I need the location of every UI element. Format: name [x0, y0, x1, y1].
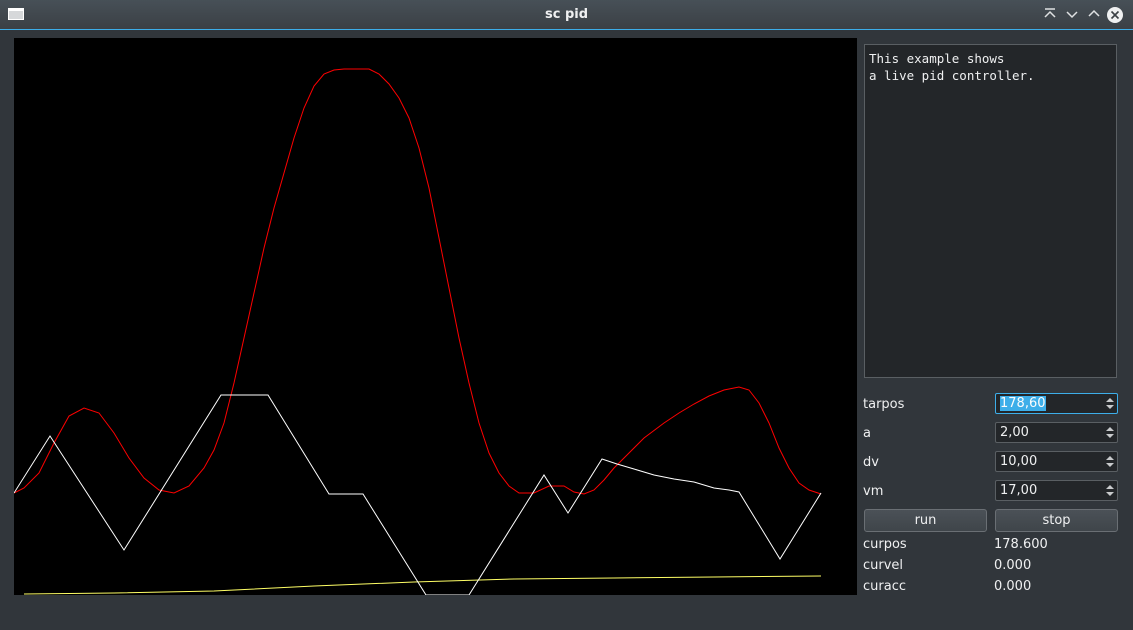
- curacc-label: curacc: [863, 579, 906, 594]
- velocity-trace: [14, 394, 822, 595]
- vm-spinbox[interactable]: 17,00: [995, 480, 1118, 501]
- status-row-curpos: curpos 178.600: [863, 537, 1048, 552]
- spin-arrows-icon[interactable]: [1105, 483, 1115, 498]
- tarpos-label: tarpos: [863, 397, 905, 412]
- a-value[interactable]: 2,00: [1000, 425, 1029, 440]
- maximize-icon[interactable]: [1087, 7, 1101, 21]
- param-row-tarpos: tarpos 178,60: [863, 393, 1119, 415]
- a-label: a: [863, 426, 871, 441]
- vm-value[interactable]: 17,00: [1000, 483, 1037, 498]
- vm-label: vm: [863, 484, 884, 499]
- pid-plot-canvas: [14, 38, 857, 595]
- main-panel: This example shows a live pid controller…: [6, 31, 1127, 624]
- stop-button[interactable]: stop: [995, 509, 1118, 532]
- param-row-vm: vm 17,00: [863, 480, 1119, 502]
- tarpos-value[interactable]: 178,60: [1000, 396, 1046, 411]
- a-spinbox[interactable]: 2,00: [995, 422, 1118, 443]
- close-icon[interactable]: [1106, 6, 1124, 24]
- curvel-label: curvel: [863, 558, 904, 573]
- window-title: sc pid: [544, 7, 589, 22]
- title-bar: sc pid: [0, 0, 1133, 30]
- position-trace: [14, 68, 822, 495]
- dv-value[interactable]: 10,00: [1000, 454, 1037, 469]
- curpos-label: curpos: [863, 537, 907, 552]
- curpos-value: 178.600: [994, 537, 1048, 552]
- acceleration-trace: [23, 575, 822, 595]
- run-button[interactable]: run: [864, 509, 987, 532]
- curacc-value: 0.000: [994, 579, 1032, 594]
- spin-arrows-icon[interactable]: [1105, 454, 1115, 469]
- status-row-curacc: curacc 0.000: [863, 579, 1031, 594]
- tarpos-spinbox[interactable]: 178,60: [995, 393, 1118, 414]
- status-row-curvel: curvel 0.000: [863, 558, 1031, 573]
- dv-spinbox[interactable]: 10,00: [995, 451, 1118, 472]
- param-row-a: a 2,00: [863, 422, 1119, 444]
- keep-above-icon[interactable]: [1043, 7, 1057, 21]
- minimize-icon[interactable]: [1065, 7, 1079, 21]
- description-text[interactable]: This example shows a live pid controller…: [864, 44, 1117, 378]
- param-row-dv: dv 10,00: [863, 451, 1119, 473]
- spin-arrows-icon[interactable]: [1105, 396, 1115, 411]
- curvel-value: 0.000: [994, 558, 1032, 573]
- dv-label: dv: [863, 455, 879, 470]
- spin-arrows-icon[interactable]: [1105, 425, 1115, 440]
